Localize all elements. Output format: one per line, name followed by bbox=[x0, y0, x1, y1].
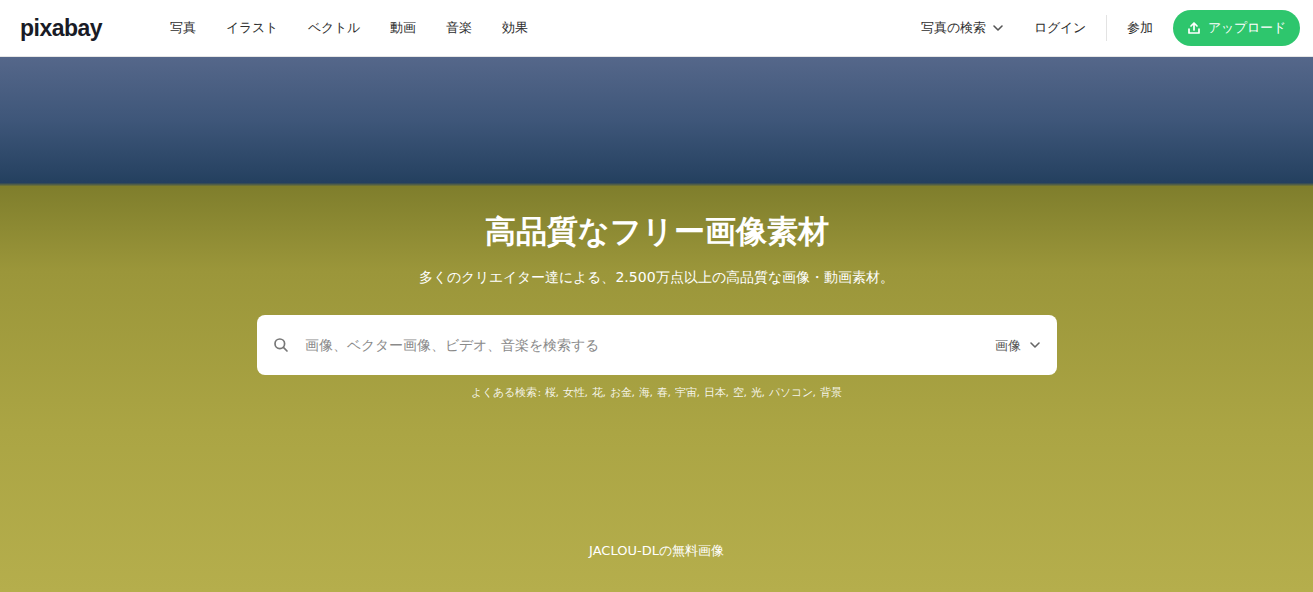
login-link[interactable]: ログイン bbox=[1034, 18, 1086, 38]
main-menu: 写真 イラスト ベクトル 動画 音楽 効果 bbox=[170, 18, 528, 38]
separator: , bbox=[556, 386, 560, 399]
separator: , bbox=[603, 386, 607, 399]
popular-searches: よくある検索: 桜, 女性, 花, お金, 海, 春, 宇宙, 日本, 空, 光… bbox=[471, 385, 841, 402]
popular-term[interactable]: 背景 bbox=[820, 386, 842, 399]
separator: , bbox=[813, 386, 817, 399]
popular-term[interactable]: 花 bbox=[592, 386, 603, 399]
separator: , bbox=[726, 386, 730, 399]
top-navbar: pixabay写真 イラスト ベクトル 動画 音楽 効果 写真の検索 ログイン 参加 アップロード bbox=[0, 0, 1313, 57]
popular-label: よくある検索: bbox=[471, 386, 541, 399]
popular-term[interactable]: 光 bbox=[751, 386, 762, 399]
upload-icon bbox=[1187, 21, 1201, 35]
photo-credit[interactable]: JACLOU-DLの無料画像 bbox=[589, 541, 724, 561]
separator: , bbox=[697, 386, 701, 399]
popular-term[interactable]: お金 bbox=[610, 386, 632, 399]
media-type-select[interactable]: 画像 bbox=[995, 336, 1041, 356]
logo[interactable]: pixabay bbox=[20, 11, 170, 46]
nav-link[interactable]: ベクトル bbox=[308, 18, 360, 38]
hero-subtitle: 多くのクリエイター達による、2.500万点以上の高品質な画像・動画素材。 bbox=[419, 267, 893, 288]
popular-term[interactable]: 宇宙 bbox=[675, 386, 697, 399]
header-actions: 写真の検索 ログイン 参加 アップロード bbox=[921, 10, 1300, 46]
popular-term[interactable]: 桜 bbox=[545, 386, 556, 399]
separator: , bbox=[650, 386, 654, 399]
search-type-label: 写真の検索 bbox=[921, 18, 986, 38]
separator: , bbox=[762, 386, 766, 399]
join-link[interactable]: 参加 bbox=[1127, 18, 1153, 38]
search-icon bbox=[273, 337, 289, 353]
search-type-dropdown[interactable]: 写真の検索 bbox=[921, 18, 1004, 38]
separator: , bbox=[585, 386, 589, 399]
search-bar: 画像 bbox=[257, 315, 1057, 375]
divider bbox=[1106, 15, 1107, 41]
popular-term[interactable]: 春 bbox=[657, 386, 668, 399]
popular-term[interactable]: 女性 bbox=[563, 386, 585, 399]
nav-link[interactable]: 効果 bbox=[502, 18, 528, 38]
hero-title: 高品質なフリー画像素材 bbox=[485, 211, 829, 251]
nav-link[interactable]: 写真 bbox=[170, 18, 196, 38]
separator: , bbox=[744, 386, 748, 399]
chevron-down-icon bbox=[992, 22, 1004, 34]
chevron-down-icon bbox=[1029, 339, 1041, 351]
separator: , bbox=[668, 386, 672, 399]
popular-term[interactable]: 日本 bbox=[704, 386, 726, 399]
popular-term[interactable]: 海 bbox=[639, 386, 650, 399]
search-input[interactable] bbox=[303, 334, 981, 357]
separator: , bbox=[632, 386, 636, 399]
hero-photo: 高品質なフリー画像素材多くのクリエイター達による、2.500万点以上の高品質な画… bbox=[0, 57, 1313, 592]
nav-link[interactable]: 音楽 bbox=[446, 18, 472, 38]
nav-link[interactable]: 動画 bbox=[390, 18, 416, 38]
media-type-label: 画像 bbox=[995, 336, 1021, 356]
upload-button[interactable]: アップロード bbox=[1173, 10, 1300, 46]
upload-label: アップロード bbox=[1208, 18, 1286, 38]
nav-link[interactable]: イラスト bbox=[226, 18, 278, 38]
popular-term[interactable]: 空 bbox=[733, 386, 744, 399]
popular-term[interactable]: パソコン bbox=[769, 386, 813, 399]
